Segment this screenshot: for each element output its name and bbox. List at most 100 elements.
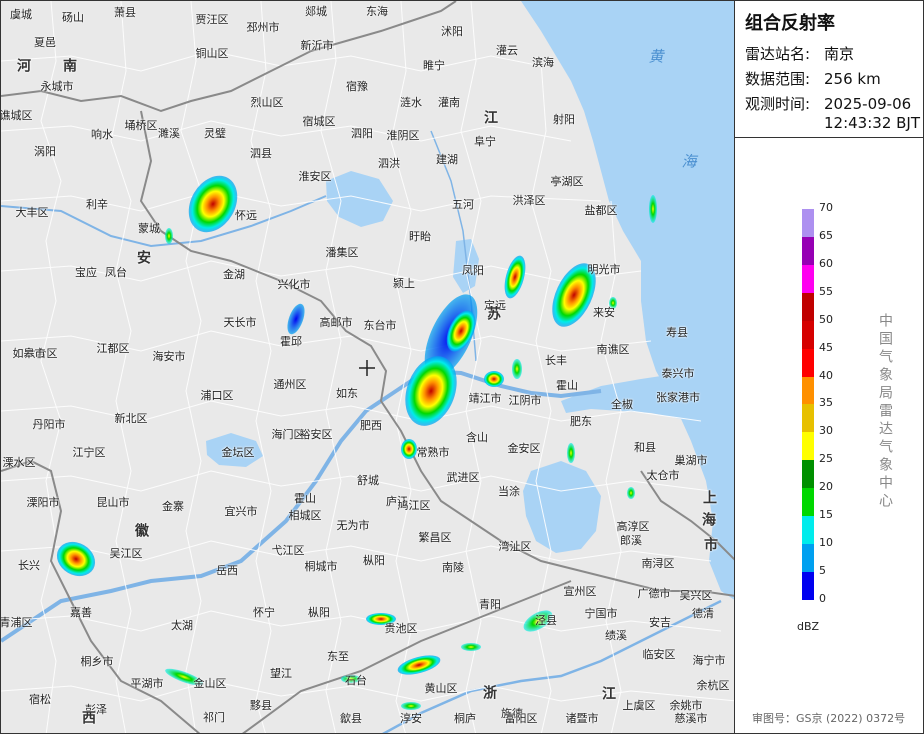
time-row-2: 12:43:32 BJT <box>824 114 920 132</box>
place-label: 蒙城 <box>138 222 160 235</box>
place-label: 岳西 <box>216 564 238 577</box>
place-label: 烈山区 <box>250 96 284 109</box>
time-row: 观测时间: 2025-09-06 <box>745 93 911 114</box>
product-title: 组合反射率 <box>745 13 835 34</box>
place-label: 当涂 <box>498 485 520 498</box>
place-label: 夏邑 <box>34 36 56 49</box>
place-label: 金山区 <box>193 677 227 690</box>
place-label: 宜兴市 <box>224 505 258 518</box>
time-value-clock: 12:43:32 BJT <box>824 114 921 132</box>
echo-cell <box>401 439 417 459</box>
place-label: 常熟市 <box>416 446 450 459</box>
place-label: 溧阳市 <box>26 496 60 509</box>
colorbar-tick-label: 50 <box>819 312 833 326</box>
place-label: 洪泽区 <box>512 194 546 207</box>
place-label: 新沂市 <box>300 39 334 52</box>
place-label: 邳州市 <box>246 21 280 34</box>
place-label: 怀远 <box>235 209 257 222</box>
echo-cell <box>461 643 481 651</box>
colorbar-segment <box>802 460 814 489</box>
place-label: 青浦区 <box>0 616 33 629</box>
colorbar-segment <box>802 208 814 237</box>
place-label: 江宁区 <box>72 446 106 459</box>
place-label: 金坛区 <box>221 446 255 459</box>
place-label: 盐都区 <box>584 204 618 217</box>
range-row: 数据范围: 256 km <box>745 68 881 89</box>
station-row: 雷达站名: 南京 <box>745 43 854 64</box>
place-label: 铜山区 <box>195 47 229 60</box>
place-label: 桐庐 <box>454 712 476 725</box>
place-label: 颍上 <box>393 277 415 290</box>
place-label: 宿松 <box>29 693 51 706</box>
place-label: 明光市 <box>587 263 621 276</box>
place-label: 石台 <box>345 674 367 687</box>
province-label: 西 <box>82 710 96 727</box>
place-label: 天长市 <box>223 316 257 329</box>
colorbar-unit: dBZ <box>797 620 820 633</box>
colorbar <box>802 195 814 600</box>
place-label: 枞阳 <box>363 554 385 567</box>
place-label: 霍邱 <box>280 335 302 348</box>
place-label: 江都区 <box>96 342 130 355</box>
info-divider <box>735 137 924 138</box>
place-label: 涡阳 <box>34 145 56 158</box>
place-label: 东至 <box>327 650 349 663</box>
place-label: 太湖 <box>171 619 193 632</box>
place-label: 溧水区 <box>2 456 36 469</box>
place-label: 泗洪 <box>378 157 400 170</box>
place-label: 肥东 <box>570 415 592 428</box>
place-label: 桐乡市 <box>80 655 114 668</box>
place-label: 望江 <box>270 667 292 680</box>
audit-number: 审图号：GS京 (2022) 0372号 <box>752 712 906 725</box>
place-label: 余杭区 <box>696 679 730 692</box>
province-label: 苏 <box>487 306 501 323</box>
place-label: 砀山 <box>62 11 84 24</box>
place-label: 淮安区 <box>298 170 332 183</box>
province-label: 徽 <box>135 523 149 540</box>
colorbar-tick-label: 35 <box>819 396 833 410</box>
info-panel: 组合反射率 雷达站名: 南京 数据范围: 256 km 观测时间: 2025-09-0… <box>735 0 924 734</box>
place-label: 舒城 <box>357 474 379 487</box>
place-label: 青阳 <box>479 598 501 611</box>
place-label: 张家港市 <box>656 391 700 404</box>
place-label: 淳安 <box>400 712 422 725</box>
place-label: 高邮市 <box>319 316 353 329</box>
place-label: 东台市 <box>363 319 397 332</box>
place-label: 歙县 <box>340 712 362 725</box>
place-label: 上虞区 <box>622 699 656 712</box>
echo-cell <box>649 195 657 223</box>
place-label: 泗阳 <box>351 127 373 140</box>
place-label: 涟水 <box>400 96 422 109</box>
province-label: 市 <box>704 537 718 554</box>
colorbar-segment <box>802 320 814 349</box>
echo-cell <box>567 443 575 463</box>
place-label: 射阳 <box>553 113 575 126</box>
place-label: 寿县 <box>666 326 688 339</box>
place-label: 肥西 <box>360 419 382 432</box>
place-label: 沭阳 <box>441 25 463 38</box>
echo-cell <box>401 702 421 710</box>
place-label: 黄山区 <box>424 682 458 695</box>
sea-label: 黄 <box>648 47 664 66</box>
place-label: 浦口区 <box>200 389 234 402</box>
place-label: 弋江区 <box>271 544 305 557</box>
place-label: 湾沚区 <box>498 540 532 553</box>
echo-cell <box>512 359 522 379</box>
province-label: 海 <box>702 512 716 529</box>
place-label: 南浔区 <box>641 557 675 570</box>
colorbar-tick-label: 20 <box>819 480 833 494</box>
colorbar-tick-label: 40 <box>819 368 833 382</box>
place-label: 巢湖市 <box>674 454 708 467</box>
place-label: 东海 <box>366 5 388 18</box>
time-value-date: 2025-09-06 <box>824 95 912 113</box>
place-label: 五河 <box>452 198 474 211</box>
place-label: 黟县 <box>250 699 272 712</box>
colorbar-segment <box>802 264 814 293</box>
radar-map[interactable]: 虞城 砀山 萧县 贾汪区 邳州市 郯城 东海 夏邑 永城市 铜山区 新沂市 宿豫 沭阳 灌云 响水 濉溪 烈山区… <box>0 0 735 734</box>
agency-name: 中国气象局雷达气象中心 <box>877 313 893 511</box>
place-label: 如东 <box>336 387 358 400</box>
place-label: 绩溪 <box>605 629 627 642</box>
place-label: 高淳区 <box>616 520 650 533</box>
place-label: 诸暨市 <box>565 712 599 725</box>
place-label: 余姚市 <box>669 699 703 712</box>
